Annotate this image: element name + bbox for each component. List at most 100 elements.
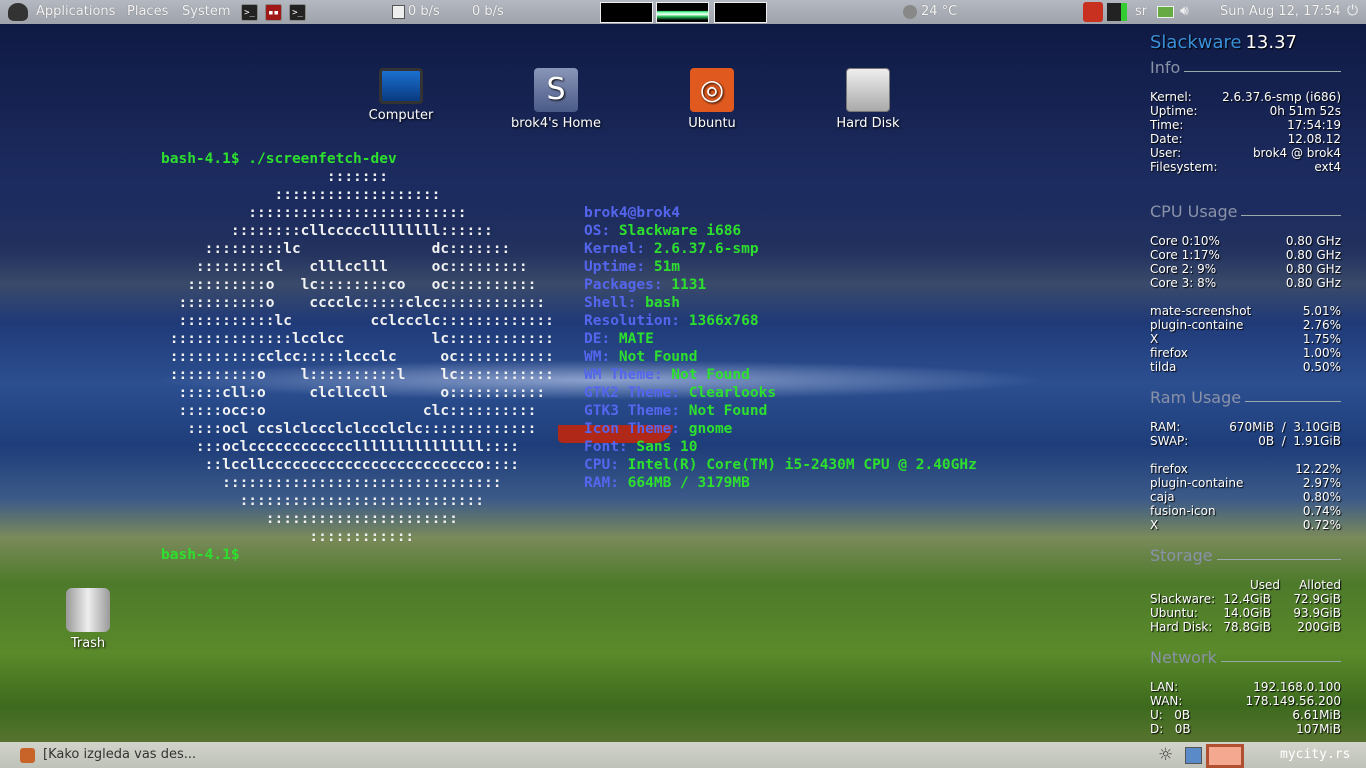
stat-label: Kernel: xyxy=(1150,90,1192,104)
memory-graph[interactable] xyxy=(656,2,709,23)
stat-label: Date: xyxy=(1150,132,1183,146)
ascii-line: ::::ocl ccslclccclclccclclc::::::::::::: xyxy=(161,421,537,437)
stat-row: plugin-containe 2.97% xyxy=(1150,476,1341,490)
stat-label: tilda xyxy=(1150,360,1177,374)
ascii-line: :::::::::lc dc::::::: xyxy=(161,241,511,257)
stat-value: 0.74% xyxy=(1302,504,1341,518)
stat-label: Time: xyxy=(1150,118,1184,132)
conky-cpu: CPU Usage Core 0:10% 0.80 GHz Core 1:17% 0.8… xyxy=(1150,202,1341,374)
stat-value: 0.80 GHz xyxy=(1285,276,1341,290)
stat-label: U: 0B xyxy=(1150,708,1191,722)
stat-row: LAN: 192.168.0.100 xyxy=(1150,680,1341,694)
stat-row: RAM: 670MiB / 3.10GiB xyxy=(1150,420,1341,434)
section-header: CPU Usage xyxy=(1150,202,1341,222)
info-value: Clearlooks xyxy=(680,385,777,401)
info-line: Icon Theme: gnome xyxy=(584,420,977,438)
menu-applications[interactable]: Applications xyxy=(36,4,115,19)
terminal-prompt[interactable]: bash-4.1$ xyxy=(161,546,240,564)
info-label: Icon Theme: xyxy=(584,421,681,437)
section-header: Info xyxy=(1150,58,1341,78)
volume-icon[interactable]: 🔊︎ xyxy=(1180,3,1189,19)
firefox-task-icon xyxy=(20,748,35,763)
stat-label: D: 0B xyxy=(1150,722,1191,736)
brightness-icon[interactable]: ☼ xyxy=(1158,745,1173,765)
section-header: Network xyxy=(1150,648,1341,668)
stat-row: Time: 17:54:19 xyxy=(1150,118,1341,132)
stat-label: LAN: xyxy=(1150,680,1179,694)
ascii-line: :::::occ:o clc:::::::::: xyxy=(161,403,537,419)
stat-label: Core 2: 9% xyxy=(1150,262,1217,276)
ascii-line: :::::::::::::::::::::: xyxy=(161,511,458,527)
battery-icon[interactable] xyxy=(1157,6,1174,18)
conky-info: Info Kernel: 2.6.37.6-smp (i686) Uptime: 0h … xyxy=(1150,58,1341,174)
desktop-icon-trash[interactable]: Trash xyxy=(33,588,143,651)
info-line: DE: MATE xyxy=(584,330,977,348)
storage-header: Used Alloted xyxy=(1150,578,1341,592)
storage-row: Slackware: 12.4GiB 72.9GiB xyxy=(1150,592,1341,606)
ascii-line: :::::cll:o clcllccll o::::::::::: xyxy=(161,385,546,401)
terminal-launcher-icon-2[interactable]: >_ xyxy=(289,4,306,21)
stat-value: 6.61MiB xyxy=(1292,708,1341,722)
stat-label: Core 0:10% xyxy=(1150,234,1220,248)
stat-value: 0.50% xyxy=(1302,360,1341,374)
terminal-launcher-icon[interactable]: >_ xyxy=(241,4,258,21)
network-manager-icon[interactable] xyxy=(1107,3,1127,21)
info-value: MATE xyxy=(610,331,654,347)
section-header: Ram Usage xyxy=(1150,388,1341,408)
desktop-icon-home[interactable]: S brok4's Home xyxy=(501,68,611,131)
terminal-grid-launcher-icon[interactable]: ▪▪ xyxy=(265,4,282,21)
info-label: Kernel: xyxy=(584,241,646,257)
info-line: GTK2 Theme: Clearlooks xyxy=(584,384,977,402)
keyboard-layout[interactable]: sr xyxy=(1135,4,1147,19)
info-line: WM Theme: Not Found xyxy=(584,366,977,384)
ascii-line: :::oclcccccccccccclllllllllllllll:::: xyxy=(161,439,519,455)
conky-storage: Storage Used Alloted Slackware: 12.4GiB 72.9G… xyxy=(1150,546,1341,634)
tray-icon[interactable] xyxy=(1185,747,1202,764)
shutdown-icon[interactable]: ⏻ xyxy=(1347,3,1358,19)
tray-app-icon[interactable] xyxy=(1083,2,1103,22)
conky-ram: Ram Usage RAM: 670MiB / 3.10GiB SWAP: 0B / 1… xyxy=(1150,388,1341,532)
info-value: 2.6.37.6-smp xyxy=(645,241,759,257)
ascii-line: ::::::: xyxy=(161,169,388,185)
brand-label: mycity.rs xyxy=(1280,747,1351,762)
info-label: CPU: xyxy=(584,457,619,473)
ascii-line: :::::::::::: xyxy=(161,529,415,545)
info-value: Not Found xyxy=(680,403,768,419)
taskbar-item-firefox[interactable]: [Kako izgleda vas des... xyxy=(43,747,196,762)
desktop-icon-ubuntu[interactable]: ◎ Ubuntu xyxy=(657,68,767,131)
info-label: RAM: xyxy=(584,475,619,491)
stat-label: fusion-icon xyxy=(1150,504,1216,518)
desktop-icon-computer[interactable]: Computer xyxy=(346,68,456,123)
stat-row: caja 0.80% xyxy=(1150,490,1341,504)
menu-system[interactable]: System xyxy=(182,4,230,19)
stat-value: 0.80 GHz xyxy=(1285,234,1341,248)
weather-temp[interactable]: 24 °C xyxy=(921,4,957,19)
stat-value: brok4 @ brok4 xyxy=(1252,146,1341,160)
section-rule xyxy=(1245,400,1341,402)
storage-name: Slackware: xyxy=(1150,592,1216,606)
stat-label: caja xyxy=(1150,490,1175,504)
stat-label: RAM: xyxy=(1150,420,1181,434)
cpu-graph[interactable] xyxy=(600,2,653,23)
desktop-icon-hard-disk[interactable]: Hard Disk xyxy=(813,68,923,131)
network-graph[interactable] xyxy=(714,2,767,23)
menu-places[interactable]: Places xyxy=(127,4,168,19)
slackware-logo-icon[interactable] xyxy=(8,3,28,21)
net-down-speed: 0 b/s xyxy=(408,4,440,19)
workspace-switcher[interactable] xyxy=(1206,744,1244,768)
conky-title: Slackware 13.37 xyxy=(1150,34,1341,52)
stat-row: Core 1:17% 0.80 GHz xyxy=(1150,248,1341,262)
info-line: RAM: 664MB / 3179MB xyxy=(584,474,977,492)
info-label: DE: xyxy=(584,331,611,347)
stat-row: Core 3: 8% 0.80 GHz xyxy=(1150,276,1341,290)
info-line: Resolution: 1366x768 xyxy=(584,312,977,330)
clock[interactable]: Sun Aug 12, 17:54 xyxy=(1220,4,1341,19)
info-label: Uptime: xyxy=(584,259,646,275)
net-up-speed: 0 b/s xyxy=(472,4,504,19)
ascii-line: ::::::::::::::::::::::::: xyxy=(161,205,467,221)
storage-row: Hard Disk: 78.8GiB 200GiB xyxy=(1150,620,1341,634)
info-line: Kernel: 2.6.37.6-smp xyxy=(584,240,977,258)
section-rule xyxy=(1184,70,1341,72)
